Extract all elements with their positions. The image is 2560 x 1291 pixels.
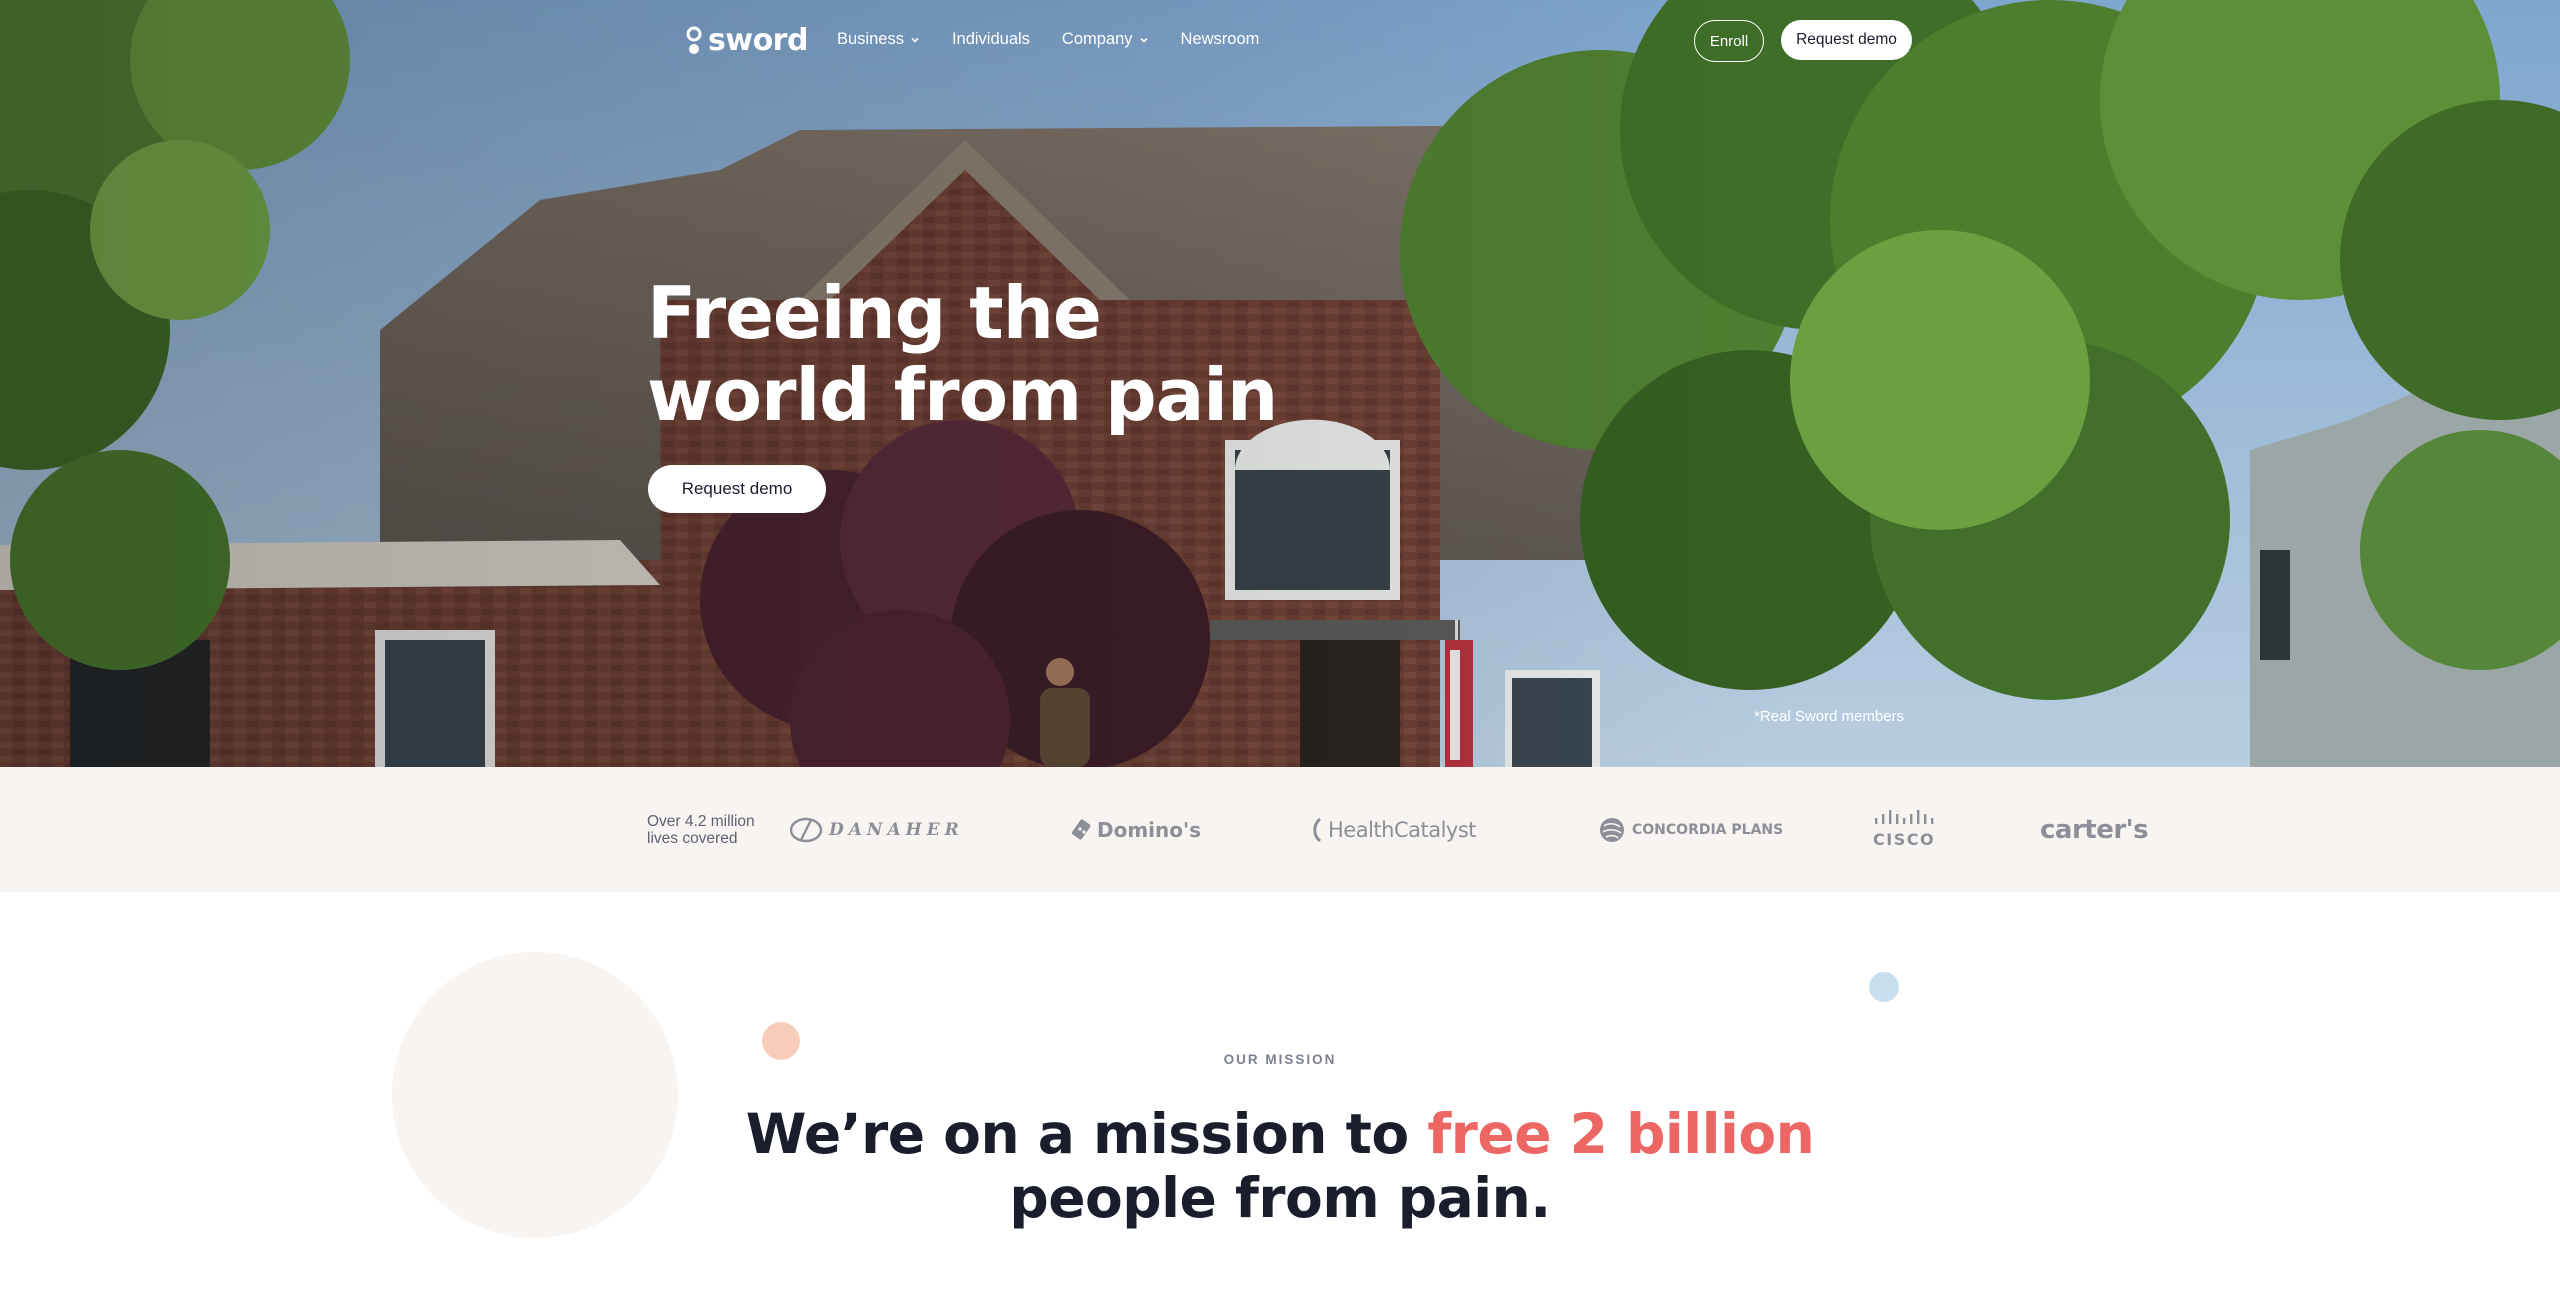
- request-demo-button[interactable]: Request demo: [1781, 20, 1912, 60]
- mission-heading-text: We’re on a mission to: [745, 1102, 1428, 1166]
- dominos-logo: Domino's: [1071, 767, 1201, 892]
- logo-wordmark: sword: [708, 23, 808, 58]
- nav-item-label: Newsroom: [1180, 30, 1260, 48]
- healthcatalyst-logo: HealthCatalyst: [1310, 767, 1477, 892]
- concordia-plans-logo-text: CONCORDIA PLANS: [1632, 821, 1784, 838]
- dominos-logo-text: Domino's: [1097, 817, 1202, 842]
- cisco-logo-text: CISCO: [1873, 830, 1936, 849]
- nav-item-label: Individuals: [951, 30, 1030, 48]
- nav-item-business[interactable]: Business: [837, 30, 920, 49]
- healthcatalyst-mark-icon: [1313, 817, 1322, 842]
- mission-heading-line-2: people from pain.: [1009, 1166, 1551, 1230]
- hero-title-line-2: world from pain: [647, 353, 1278, 437]
- lives-covered-line-2: lives covered: [647, 830, 738, 847]
- healthcatalyst-logo-text: HealthCatalyst: [1328, 817, 1477, 842]
- top-navigation: sword Business Individuals Company Newsr…: [0, 18, 2560, 62]
- nav-links: Business Individuals Company Newsroom: [837, 30, 1291, 49]
- mission-heading-highlight: free 2 billion: [1427, 1102, 1815, 1166]
- client-logo-strip: Over 4.2 million lives covered DANAHER D…: [0, 767, 2560, 892]
- carters-logo: carter's: [2040, 767, 2149, 892]
- mission-heading: We’re on a mission to free 2 billion peo…: [0, 1102, 2560, 1230]
- danaher-logo: DANAHER: [789, 767, 964, 892]
- lives-covered-text: Over 4.2 million lives covered: [647, 813, 767, 847]
- concordia-plans-logo: CONCORDIA PLANS: [1598, 767, 1783, 892]
- mission-section: OUR MISSION We’re on a mission to free 2…: [0, 892, 2560, 1291]
- concordia-globe-icon: [1600, 817, 1624, 842]
- hero-title-line-1: Freeing the: [647, 271, 1102, 355]
- mission-eyebrow: OUR MISSION: [1223, 1052, 1337, 1067]
- mission-heading-line-1: We’re on a mission to free 2 billion: [0, 1102, 2560, 1166]
- danaher-mark-icon: [789, 817, 823, 842]
- chevron-down-icon: [1139, 37, 1148, 43]
- chevron-down-icon: [911, 37, 919, 43]
- nav-item-individuals[interactable]: Individuals: [952, 30, 1030, 49]
- sword-logo-icon: [686, 26, 702, 54]
- nav-item-company[interactable]: Company: [1062, 30, 1149, 49]
- hero-title: Freeing the world from pain: [647, 272, 1367, 436]
- cisco-bars-icon: [1875, 810, 1934, 824]
- hero-request-demo-button[interactable]: Request demo: [648, 465, 826, 513]
- decorative-dot-blue: [1869, 972, 1899, 1002]
- carters-logo-text: carter's: [2040, 814, 2149, 845]
- cisco-logo: CISCO: [1873, 767, 1935, 892]
- lives-covered-line-1: Over 4.2 million: [647, 813, 755, 830]
- nav-item-newsroom[interactable]: Newsroom: [1181, 30, 1260, 49]
- hero-footnote: *Real Sword members: [1754, 708, 1905, 725]
- domino-tile-icon: [1071, 818, 1091, 839]
- danaher-logo-text: DANAHER: [829, 819, 964, 840]
- nav-item-label: Business: [837, 30, 904, 48]
- sword-logo[interactable]: sword: [686, 26, 808, 56]
- hero-section: sword Business Individuals Company Newsr…: [0, 0, 2560, 767]
- nav-item-label: Company: [1061, 30, 1133, 48]
- enroll-button[interactable]: Enroll: [1694, 20, 1764, 62]
